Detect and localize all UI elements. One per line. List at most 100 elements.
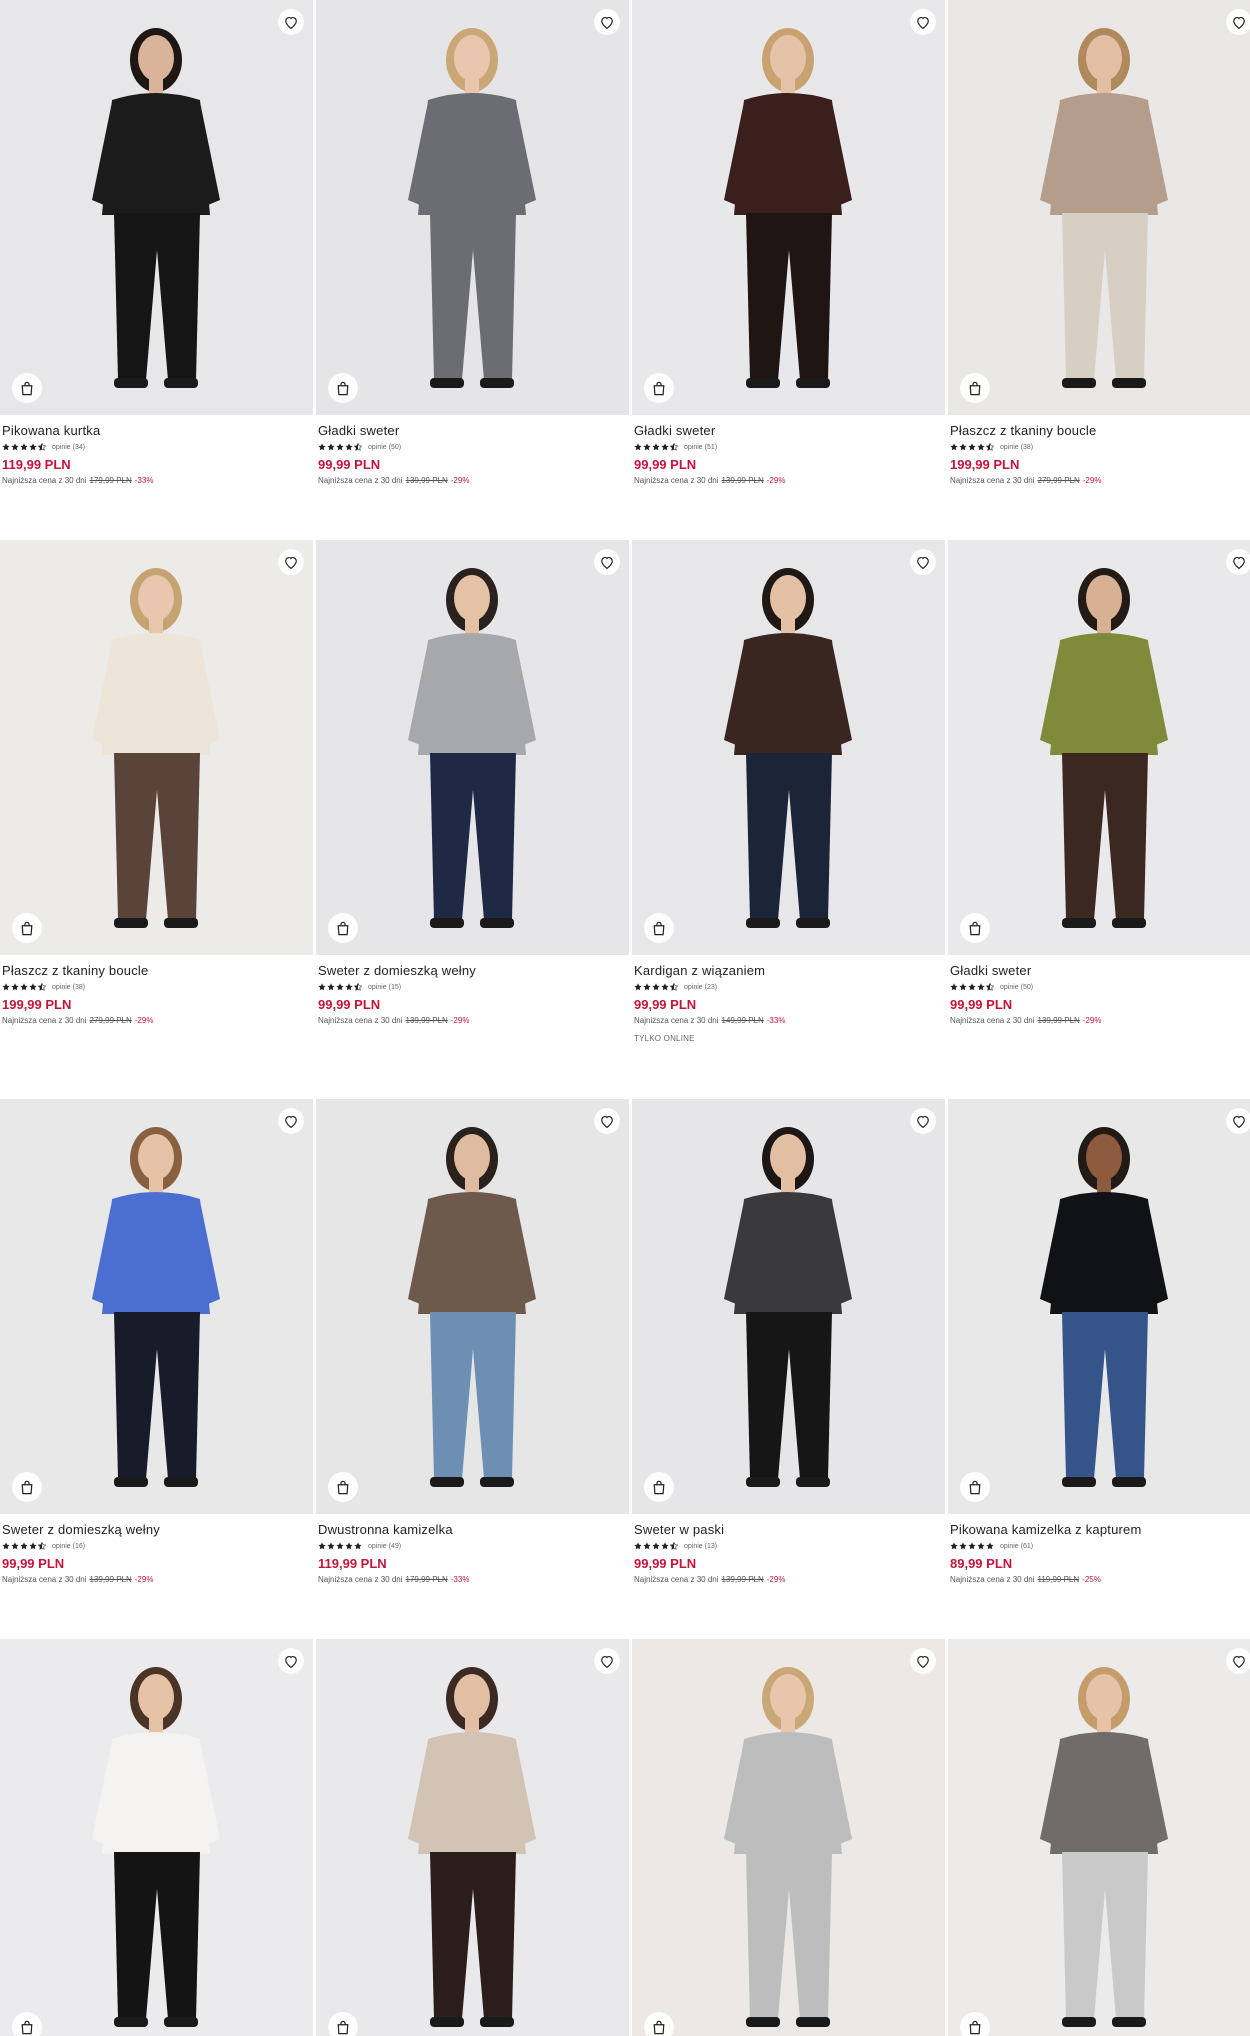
shopping-bag-icon[interactable] (328, 1472, 358, 1502)
product-name[interactable]: Dwustronna kamizelka (318, 1522, 627, 1538)
product-name[interactable]: Gładki sweter (950, 963, 1250, 979)
star-icon (950, 983, 994, 991)
heart-icon[interactable] (594, 1648, 620, 1674)
review-count[interactable]: opinie (51) (684, 444, 717, 451)
product-image[interactable] (316, 540, 629, 955)
shopping-bag-icon[interactable] (644, 913, 674, 943)
review-count[interactable]: opinie (49) (368, 1543, 401, 1550)
product-card[interactable]: Gładki sweter opinie (51) 99,99 PLN Najniżs… (632, 0, 945, 485)
heart-icon[interactable] (910, 549, 936, 575)
shopping-bag-icon[interactable] (960, 2012, 990, 2036)
review-count[interactable]: opinie (61) (1000, 1543, 1033, 1550)
heart-icon[interactable] (594, 549, 620, 575)
product-card[interactable]: Płaszcz z tkaniny boucle opinie (38) 199,9… (948, 0, 1250, 485)
review-count[interactable]: opinie (38) (1000, 444, 1033, 451)
heart-icon[interactable] (1226, 9, 1250, 35)
product-info: Dwustronna kamizelka opinie (49) 119,99 PL… (316, 1514, 629, 1584)
product-name[interactable]: Sweter z domieszką wełny (2, 1522, 311, 1538)
old-price: 279,99 PLN (89, 1016, 132, 1025)
product-name[interactable]: Kardigan z wiązaniem (634, 963, 943, 979)
review-count[interactable]: opinie (50) (1000, 984, 1033, 991)
review-count[interactable]: opinie (16) (52, 1543, 85, 1550)
shopping-bag-icon[interactable] (328, 2012, 358, 2036)
shopping-bag-icon[interactable] (644, 1472, 674, 1502)
product-card[interactable]: Sweter z domieszką wełny opinie (16) 99,99… (0, 1099, 313, 1584)
product-price: 99,99 PLN (2, 1556, 65, 1571)
product-card[interactable]: Kardigan z wiązaniem opinie (23) 99,99 PLN… (632, 540, 945, 1043)
shopping-bag-icon[interactable] (12, 2012, 42, 2036)
shopping-bag-icon[interactable] (960, 1472, 990, 1502)
review-count[interactable]: opinie (13) (684, 1543, 717, 1550)
heart-icon[interactable] (1226, 1108, 1250, 1134)
review-count[interactable]: opinie (34) (52, 444, 85, 451)
product-image[interactable] (632, 1639, 945, 2036)
heart-icon[interactable] (278, 1648, 304, 1674)
star-icon (2, 983, 46, 991)
review-count[interactable]: opinie (50) (368, 444, 401, 451)
heart-icon[interactable] (278, 549, 304, 575)
shopping-bag-icon[interactable] (328, 373, 358, 403)
shopping-bag-icon[interactable] (12, 1472, 42, 1502)
product-card[interactable]: Sweter z domieszką wełny opinie (15) 99,99… (316, 540, 629, 1025)
product-name[interactable]: Pikowana kurtka (2, 423, 311, 439)
shopping-bag-icon[interactable] (644, 2012, 674, 2036)
product-name[interactable]: Gładki sweter (318, 423, 627, 439)
product-name[interactable]: Gładki sweter (634, 423, 943, 439)
product-image[interactable] (316, 0, 629, 415)
product-image[interactable] (948, 1639, 1250, 2036)
product-card[interactable]: Pikowana kurtka opinie (34) 119,99 PLN Najn… (0, 0, 313, 485)
product-name[interactable]: Sweter z domieszką wełny (318, 963, 627, 979)
shopping-bag-icon[interactable] (644, 373, 674, 403)
product-image[interactable] (0, 1099, 313, 1514)
shopping-bag-icon[interactable] (960, 913, 990, 943)
heart-icon[interactable] (594, 1108, 620, 1134)
discount-badge: -29% (1082, 476, 1102, 485)
product-card[interactable] (632, 1639, 945, 2036)
product-name[interactable]: Płaszcz z tkaniny boucle (950, 423, 1250, 439)
shopping-bag-icon[interactable] (328, 913, 358, 943)
review-count[interactable]: opinie (38) (52, 984, 85, 991)
product-image[interactable] (632, 540, 945, 955)
shopping-bag-icon[interactable] (12, 373, 42, 403)
lowest-price-info: Najniższa cena z 30 dni 279,99 PLN -29% (2, 1016, 311, 1025)
product-info: Sweter z domieszką wełny opinie (15) 99,99… (316, 955, 629, 1025)
product-card[interactable]: Płaszcz z tkaniny boucle opinie (38) 199,9… (0, 540, 313, 1025)
product-name[interactable]: Płaszcz z tkaniny boucle (2, 963, 311, 979)
product-name[interactable]: Pikowana kamizelka z kapturem (950, 1522, 1250, 1538)
product-image[interactable] (316, 1639, 629, 2036)
heart-icon[interactable] (910, 1108, 936, 1134)
rating: opinie (51) (634, 442, 943, 452)
heart-icon[interactable] (910, 1648, 936, 1674)
review-count[interactable]: opinie (23) (684, 984, 717, 991)
product-card[interactable] (0, 1639, 313, 2036)
shopping-bag-icon[interactable] (960, 373, 990, 403)
product-card[interactable]: Gładki sweter opinie (50) 99,99 PLN Najniżs… (948, 540, 1250, 1025)
heart-icon[interactable] (1226, 549, 1250, 575)
product-image[interactable] (948, 1099, 1250, 1514)
product-card[interactable] (948, 1639, 1250, 2036)
review-count[interactable]: opinie (15) (368, 984, 401, 991)
heart-icon[interactable] (910, 9, 936, 35)
heart-icon[interactable] (1226, 1648, 1250, 1674)
heart-icon[interactable] (278, 9, 304, 35)
product-image[interactable] (948, 540, 1250, 955)
product-card[interactable]: Sweter w paski opinie (13) 99,99 PLN Najniż… (632, 1099, 945, 1584)
product-name[interactable]: Sweter w paski (634, 1522, 943, 1538)
product-price: 99,99 PLN (634, 457, 697, 472)
discount-badge: -29% (134, 1575, 154, 1584)
product-card[interactable] (316, 1639, 629, 2036)
product-image[interactable] (316, 1099, 629, 1514)
product-image[interactable] (0, 1639, 313, 2036)
rating: opinie (34) (2, 442, 311, 452)
product-card[interactable]: Gładki sweter opinie (50) 99,99 PLN Najniżs… (316, 0, 629, 485)
product-card[interactable]: Pikowana kamizelka z kapturem opinie (61)… (948, 1099, 1250, 1584)
product-image[interactable] (632, 0, 945, 415)
shopping-bag-icon[interactable] (12, 913, 42, 943)
product-card[interactable]: Dwustronna kamizelka opinie (49) 119,99 PL… (316, 1099, 629, 1584)
product-image[interactable] (0, 540, 313, 955)
product-image[interactable] (632, 1099, 945, 1514)
product-image[interactable] (0, 0, 313, 415)
heart-icon[interactable] (594, 9, 620, 35)
product-image[interactable] (948, 0, 1250, 415)
heart-icon[interactable] (278, 1108, 304, 1134)
